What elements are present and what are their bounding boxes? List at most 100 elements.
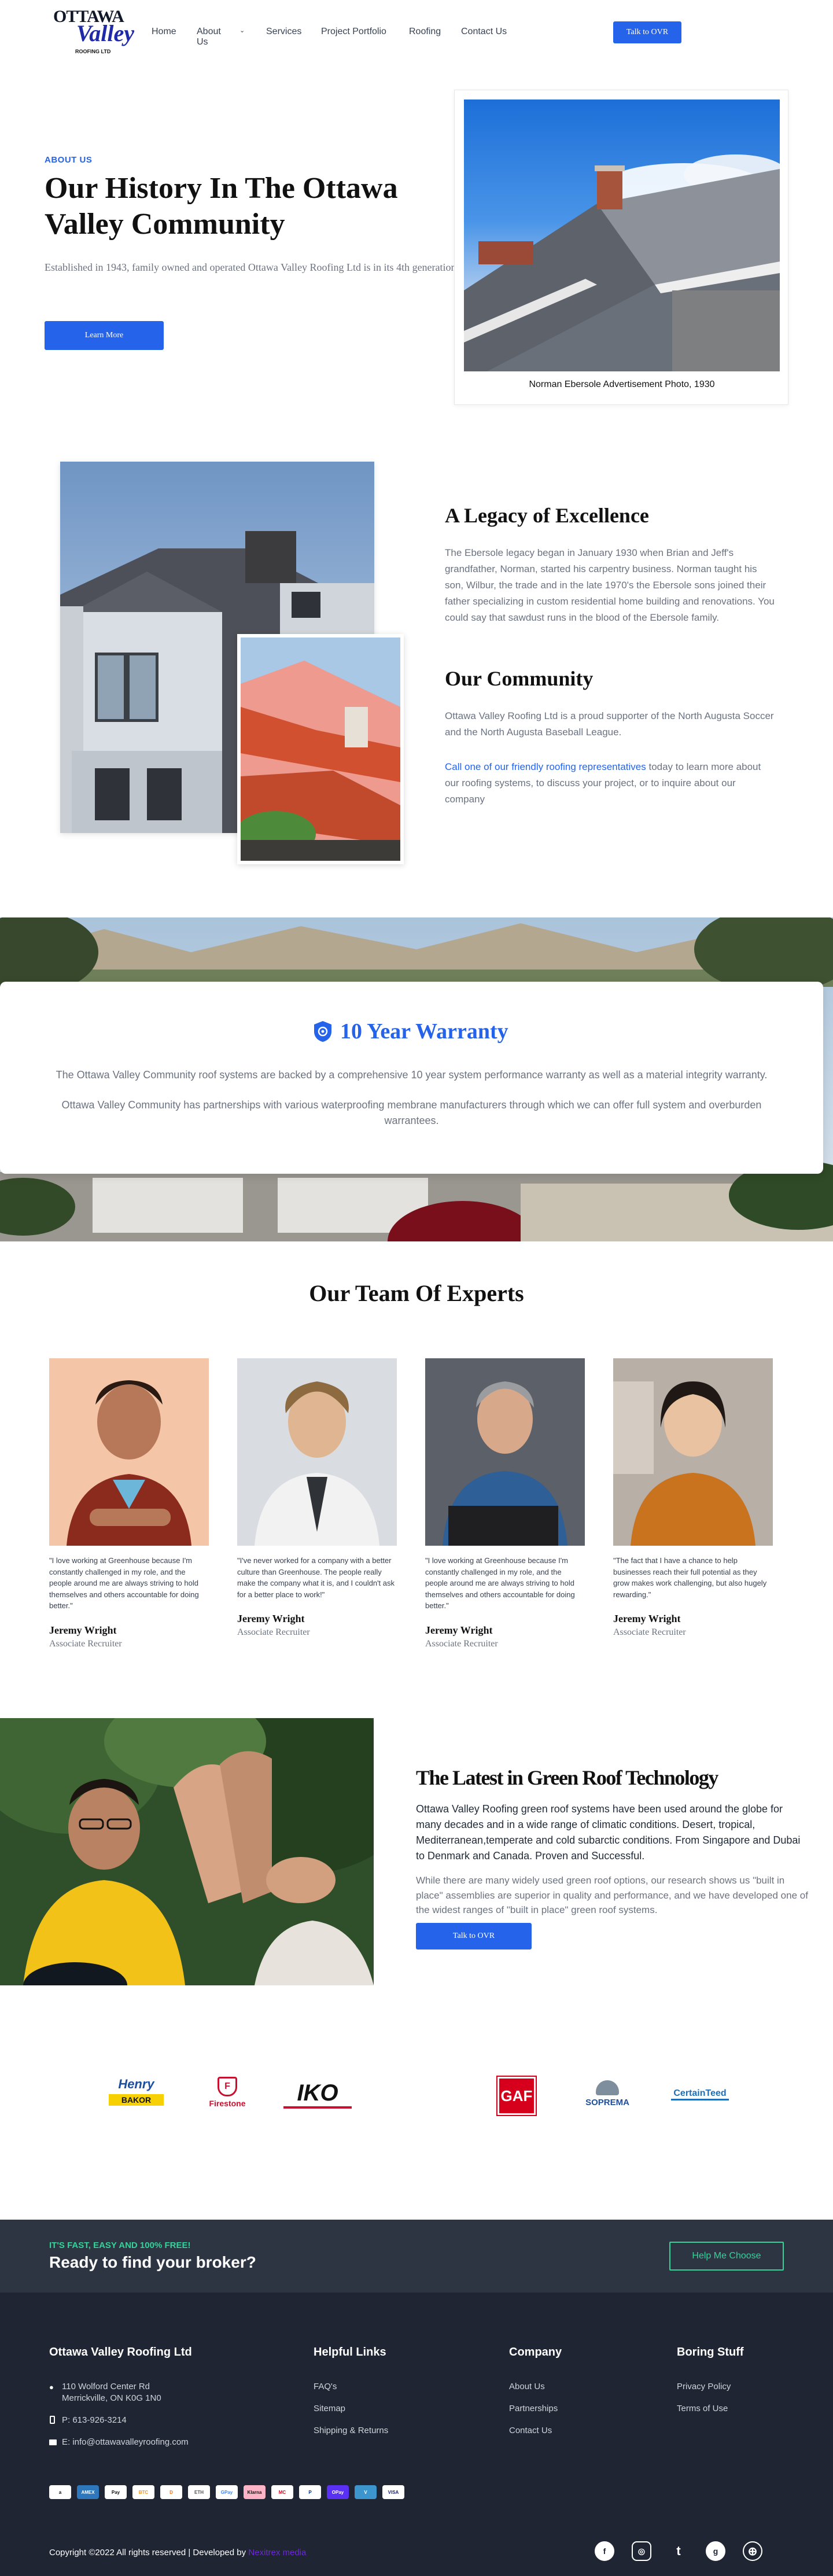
team-card-3: "I love working at Greenhouse because I'… xyxy=(425,1358,587,1649)
team-title: Our Team Of Experts xyxy=(309,1280,524,1306)
broker-title: Ready to find your broker? xyxy=(49,2253,256,2271)
nav-project-portfolio[interactable]: Project Portfolio xyxy=(321,27,396,37)
footer-link-shipping[interactable]: Shipping & Returns xyxy=(314,2426,388,2435)
visa-icon: VISA xyxy=(382,2485,404,2499)
dribbble-icon[interactable]: ⊕ xyxy=(743,2541,762,2561)
community-title: Our Community xyxy=(445,667,594,690)
broker-eyebrow: IT'S FAST, EASY AND 100% FREE! xyxy=(49,2240,191,2250)
community-text: Ottawa Valley Roofing Ltd is a proud sup… xyxy=(445,710,774,738)
apple-pay-icon: Pay xyxy=(105,2485,127,2499)
footer-link-privacy[interactable]: Privacy Policy xyxy=(677,2382,731,2391)
team-card-4: "The fact that I have a chance to help b… xyxy=(613,1358,775,1638)
firestone-logo: F Firestone xyxy=(196,2077,259,2113)
firestone-emblem: F xyxy=(218,2077,237,2096)
footer-company-name: Ottawa Valley Roofing Ltd xyxy=(49,2346,192,2358)
talk-to-ovr-header-button[interactable]: Talk to OVR xyxy=(613,21,681,43)
shield-icon xyxy=(312,1020,333,1043)
broker-section: IT'S FAST, EASY AND 100% FREE! Ready to … xyxy=(0,2220,833,2293)
iko-logo: IKO xyxy=(283,2080,352,2109)
team-name-1: Jeremy Wright xyxy=(49,1624,117,1636)
team-card-1: "I love working at Greenhouse because I'… xyxy=(49,1358,211,1649)
phone-icon xyxy=(50,2416,55,2424)
green-roof-text-2: While there are many widely used green r… xyxy=(416,1875,808,1915)
bakor-logo-text: BAKOR xyxy=(109,2094,164,2106)
firestone-logo-text: Firestone xyxy=(209,2099,246,2108)
henry-bakor-logo: Henry BAKOR xyxy=(109,2077,164,2113)
map-pin-icon: ● xyxy=(49,2383,54,2391)
team-name-4: Jeremy Wright xyxy=(613,1613,681,1624)
footer-link-terms[interactable]: Terms of Use xyxy=(677,2404,728,2413)
call-paragraph: Call one of our friendly roofing represe… xyxy=(445,759,775,808)
certainteed-logo: CertainTeed xyxy=(671,2088,729,2100)
nav-about-us[interactable]: About Us xyxy=(197,27,221,47)
hero-eyebrow: ABOUT US xyxy=(45,155,93,165)
facebook-icon[interactable]: f xyxy=(595,2541,614,2561)
footer-address-2: Merrickville, ON K0G 1N0 xyxy=(62,2393,161,2403)
github-icon[interactable]: g xyxy=(706,2541,725,2561)
team-photo-2 xyxy=(237,1358,397,1546)
warranty-text-1: The Ottawa Valley Community roof systems… xyxy=(56,1069,768,1081)
team-quote-3: "I love working at Greenhouse because I'… xyxy=(425,1556,575,1610)
twitter-icon[interactable]: t xyxy=(669,2541,688,2561)
footer-link-sitemap[interactable]: Sitemap xyxy=(314,2404,345,2413)
chevron-down-icon: ⌄ xyxy=(239,27,245,34)
hero-title: Our History In The Ottawa Valley Communi… xyxy=(45,172,398,241)
call-representatives-link[interactable]: Call one of our friendly roofing represe… xyxy=(445,761,646,772)
team-quote-1: "I love working at Greenhouse because I'… xyxy=(49,1556,199,1610)
soprema-logo: SOPREMA xyxy=(573,2080,642,2113)
hero-text: Established in 1943, family owned and op… xyxy=(45,261,459,273)
footer-helpful-title: Helpful Links xyxy=(314,2346,386,2358)
klarna-icon: Klarna xyxy=(244,2485,266,2499)
footer-phone[interactable]: P: 613-926-3214 xyxy=(62,2415,127,2425)
team-card-2: "I've never worked for a company with a … xyxy=(237,1358,399,1638)
social-links: f ◎ t g ⊕ xyxy=(595,2541,762,2561)
team-role-4: Associate Recruiter xyxy=(613,1627,686,1637)
footer-link-partnerships[interactable]: Partnerships xyxy=(509,2404,558,2413)
payment-methods: a AMEX Pay BTC D ETH GPay Klarna MC P OP… xyxy=(49,2485,404,2499)
team-name-3: Jeremy Wright xyxy=(425,1624,493,1636)
google-pay-icon: GPay xyxy=(216,2485,238,2499)
gaf-logo: GAF xyxy=(496,2076,537,2116)
developer-link[interactable]: Nexitrex media xyxy=(248,2548,306,2557)
copyright-text: Copyright ©2022 All rights reserved | De… xyxy=(49,2548,306,2557)
copyright-label: Copyright ©2022 All rights reserved | De… xyxy=(49,2548,246,2557)
soprema-logo-text: SOPREMA xyxy=(585,2098,629,2107)
footer-email[interactable]: E: info@ottawavalleyroofing.com xyxy=(62,2437,189,2447)
henry-logo-text: Henry xyxy=(118,2077,154,2091)
team-photo-3 xyxy=(425,1358,585,1546)
learn-more-button[interactable]: Learn More xyxy=(45,321,164,350)
footer-link-about[interactable]: About Us xyxy=(509,2382,545,2391)
discover-icon: D xyxy=(160,2485,182,2499)
team-quote-4: "The fact that I have a chance to help b… xyxy=(613,1556,767,1599)
warranty-card: 10 Year Warranty The Ottawa Valley Commu… xyxy=(0,982,823,1174)
help-me-choose-button[interactable]: Help Me Choose xyxy=(669,2242,784,2271)
hero-roof-photo xyxy=(464,99,780,371)
talk-to-ovr-green-button[interactable]: Talk to OVR xyxy=(416,1923,532,1949)
opay-icon: OPay xyxy=(327,2485,349,2499)
venmo-icon: V xyxy=(355,2485,377,2499)
footer-link-faq[interactable]: FAQ's xyxy=(314,2382,337,2391)
partner-logos: Henry BAKOR F Firestone IKO GAF SOPREMA … xyxy=(0,2076,833,2123)
logo-valley-text: Valley xyxy=(76,20,134,46)
footer-boring-title: Boring Stuff xyxy=(677,2346,744,2358)
soprema-emblem xyxy=(596,2080,619,2095)
site-header: OTTAWA Valley ROOFING LTD Home About Us … xyxy=(0,0,833,64)
footer-company-title: Company xyxy=(509,2346,562,2358)
green-roof-title: The Latest in Green Roof Technology xyxy=(416,1766,718,1789)
green-roof-text-1: Ottawa Valley Roofing green roof systems… xyxy=(416,1803,801,1862)
logo[interactable]: OTTAWA Valley ROOFING LTD xyxy=(53,7,134,58)
nav-contact-us[interactable]: Contact Us xyxy=(461,27,519,37)
instagram-icon[interactable]: ◎ xyxy=(632,2541,651,2561)
legacy-photo-overlay xyxy=(237,634,404,864)
nav-home[interactable]: Home xyxy=(152,27,176,37)
nav-roofing[interactable]: Roofing xyxy=(409,27,441,37)
green-roof-photo xyxy=(0,1718,374,1985)
email-icon xyxy=(49,2439,57,2445)
footer-address-1: 110 Wolford Center Rd xyxy=(62,2382,150,2391)
team-name-2: Jeremy Wright xyxy=(237,1613,305,1624)
warranty-title: 10 Year Warranty xyxy=(340,1019,508,1044)
nav-services[interactable]: Services xyxy=(266,27,301,37)
amex-icon: AMEX xyxy=(77,2485,99,2499)
amazon-pay-icon: a xyxy=(49,2485,71,2499)
footer-link-contact[interactable]: Contact Us xyxy=(509,2426,552,2435)
